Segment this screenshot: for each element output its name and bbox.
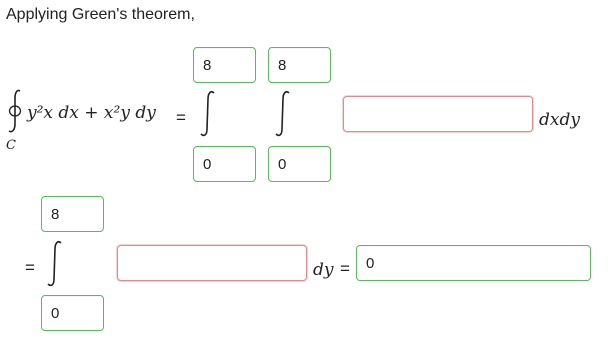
contour-label: C <box>6 138 16 153</box>
integral-sign-icon <box>47 241 62 287</box>
outer-upper-limit-input[interactable] <box>193 47 256 83</box>
line-integral-expression: y²x dx + x²y dy <box>27 103 156 123</box>
prompt-text: Applying Green's theorem, <box>6 6 195 23</box>
equals-sign: = <box>176 108 186 127</box>
double-integrand-input[interactable] <box>343 96 533 132</box>
single-differential: dy <box>313 260 334 280</box>
inner-upper-limit-input[interactable] <box>268 47 331 83</box>
integral-sign-icon <box>200 91 215 137</box>
single-upper-limit-input[interactable] <box>41 196 104 232</box>
inner-lower-limit-input[interactable] <box>268 146 331 182</box>
result-equals-sign: = <box>340 259 350 278</box>
result-input[interactable] <box>356 245 591 281</box>
equals-sign: = <box>25 258 35 277</box>
single-lower-limit-input[interactable] <box>41 295 104 331</box>
outer-lower-limit-input[interactable] <box>193 146 256 182</box>
contour-integral-icon <box>6 88 24 134</box>
integral-sign-icon <box>275 91 290 137</box>
single-integrand-input[interactable] <box>117 245 307 281</box>
double-differential: dxdy <box>539 110 580 130</box>
